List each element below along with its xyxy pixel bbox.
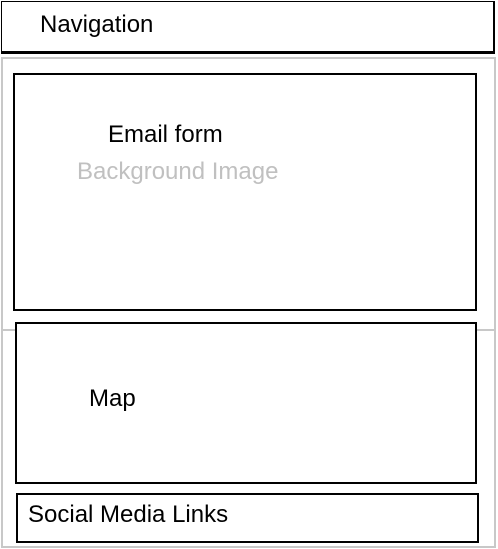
map-label: Map [89,385,136,412]
social-media-links-label: Social Media Links [28,501,229,528]
map-section [15,322,477,484]
navigation-label: Navigation [40,11,154,38]
email-form-section [13,73,477,311]
email-form-label: Email form [108,121,223,148]
background-image-label: Background Image [77,158,279,185]
